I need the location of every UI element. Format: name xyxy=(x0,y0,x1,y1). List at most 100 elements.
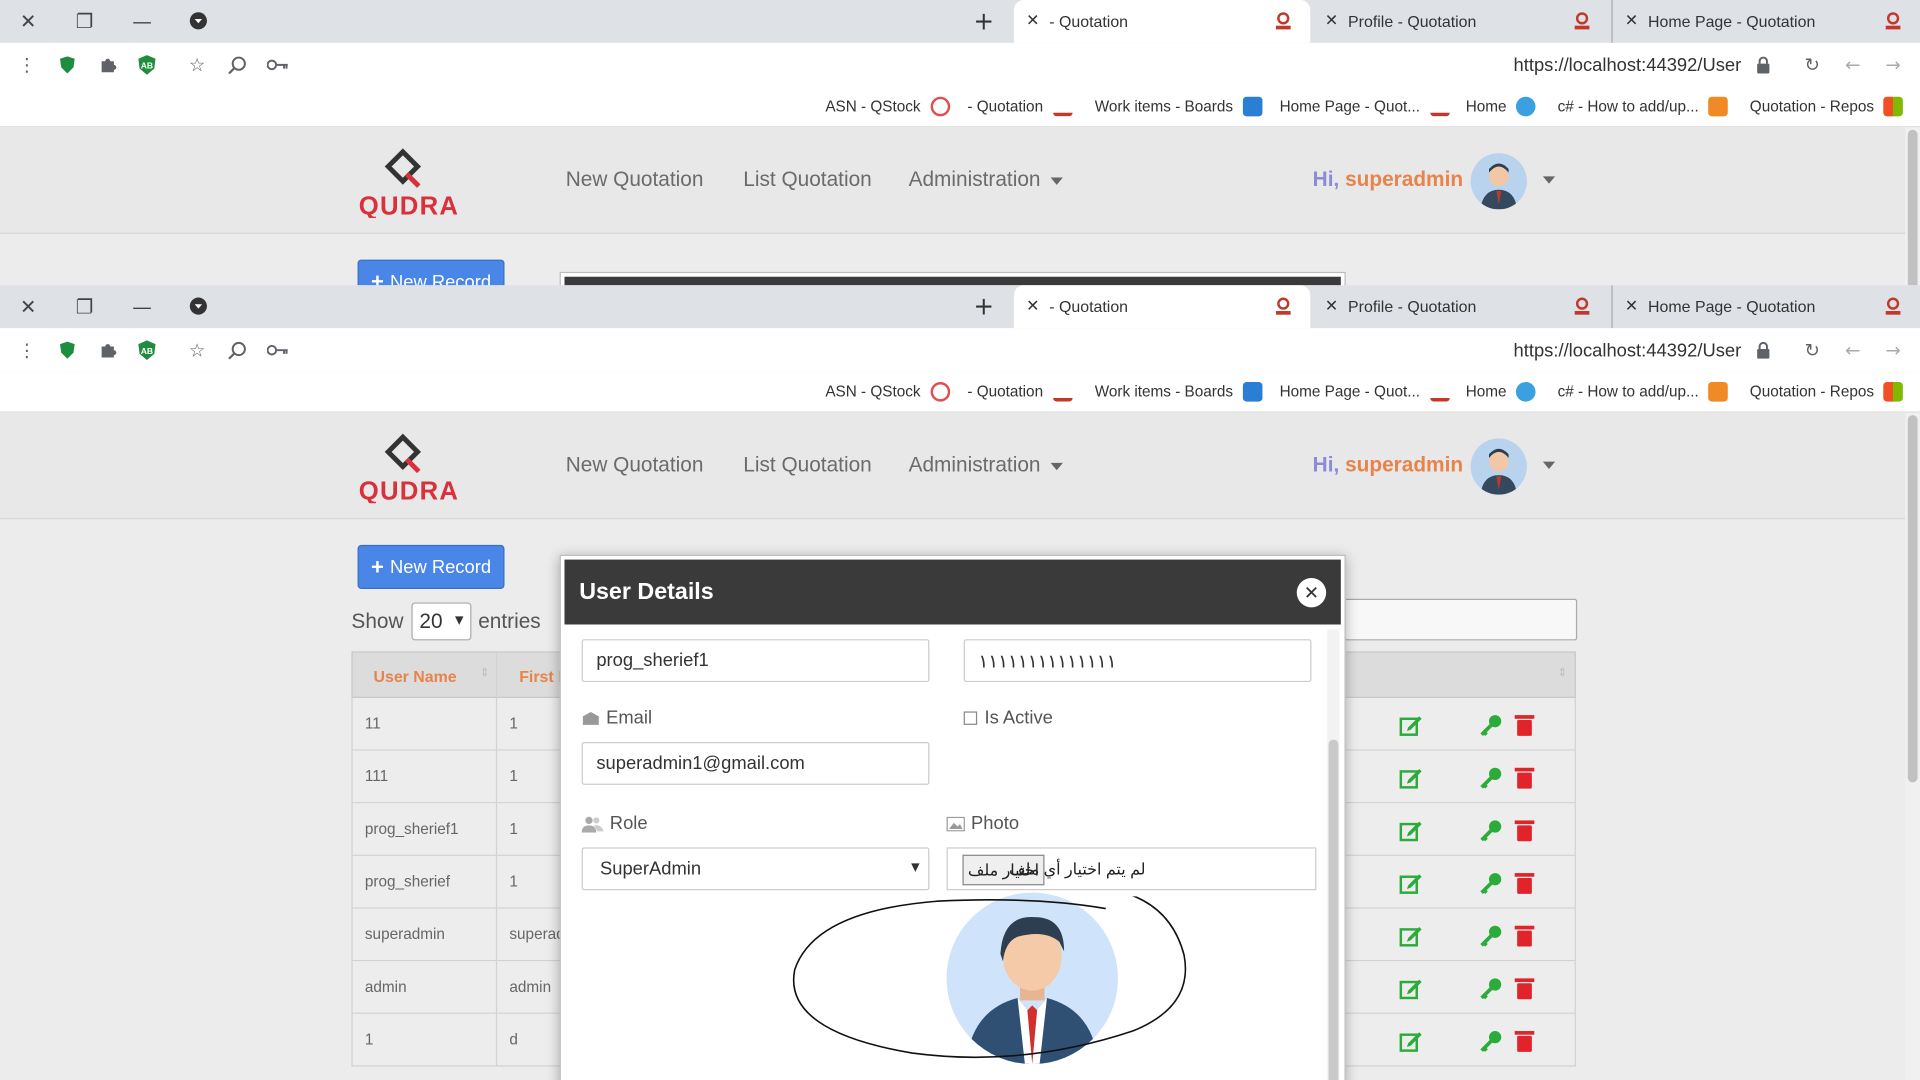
page-scrollbar[interactable] xyxy=(1905,412,1920,1080)
extensions-puzzle-icon[interactable] xyxy=(96,338,120,362)
photo-file-input[interactable]: اختيار ملف لم يتم اختيار أي ملف xyxy=(946,847,1317,891)
scrollbar-thumb[interactable] xyxy=(1907,129,1918,286)
menu-dots-icon[interactable]: ⋮ xyxy=(15,53,39,77)
bookmark-repos[interactable]: Quotation - Repos xyxy=(1750,382,1904,402)
bookmark-quotation[interactable]: - Quotation xyxy=(967,382,1073,402)
close-tab-icon[interactable]: ✕ xyxy=(1026,12,1039,30)
close-tab-icon[interactable]: ✕ xyxy=(1026,298,1039,316)
trash-icon[interactable] xyxy=(1512,923,1536,947)
bookmark-home-page[interactable]: Home Page - Quot... xyxy=(1280,96,1450,117)
bookmark-stackoverflow[interactable]: c# - How to add/up... xyxy=(1558,96,1729,117)
close-window-icon[interactable]: ✕ xyxy=(12,290,44,322)
bookmark-repos[interactable]: Quotation - Repos xyxy=(1750,96,1904,117)
bookmark-star-icon[interactable]: ☆ xyxy=(185,338,209,362)
new-tab-button[interactable]: + xyxy=(973,291,994,320)
trash-icon[interactable] xyxy=(1512,713,1536,737)
key-icon[interactable] xyxy=(1479,818,1503,842)
sort-icon[interactable]: ⇕ xyxy=(480,667,489,679)
nav-new-quotation[interactable]: New Quotation xyxy=(566,168,704,192)
table-search-input[interactable] xyxy=(1344,598,1578,641)
bookmark-work-items[interactable]: Work items - Boards xyxy=(1095,96,1263,117)
edit-icon[interactable] xyxy=(1398,1029,1422,1053)
nav-administration[interactable]: Administration xyxy=(909,168,1063,192)
trash-icon[interactable] xyxy=(1512,765,1536,789)
adblock-icon[interactable]: AB xyxy=(135,338,159,362)
url-text[interactable]: https://localhost:44392/User xyxy=(1514,55,1742,76)
back-arrow-icon[interactable]: ← xyxy=(1840,53,1864,77)
edit-icon[interactable] xyxy=(1398,765,1422,789)
password-key-icon[interactable] xyxy=(266,53,290,77)
tab-quotation[interactable]: ✕ - Quotation xyxy=(1013,0,1311,43)
bookmark-home[interactable]: Home xyxy=(1466,382,1536,402)
phone-input[interactable]: ١١١١١١١١١١١١١١ xyxy=(963,639,1312,683)
restore-window-icon[interactable]: ❐ xyxy=(69,5,101,37)
tab-profile[interactable]: ✕ Profile - Quotation xyxy=(1313,285,1609,328)
restore-window-icon[interactable]: ❐ xyxy=(69,290,101,322)
extensions-puzzle-icon[interactable] xyxy=(96,53,120,77)
tab-quotation[interactable]: ✕ - Quotation xyxy=(1013,285,1311,329)
entries-select[interactable]: 20 ▼ xyxy=(410,602,471,641)
bookmark-asn-qstock[interactable]: ASN - QStock xyxy=(825,96,950,117)
zoom-lens-icon[interactable] xyxy=(225,338,249,362)
user-dropdown-caret-icon[interactable] xyxy=(1542,461,1556,469)
lock-icon[interactable] xyxy=(1751,53,1775,77)
user-avatar[interactable] xyxy=(1470,438,1527,495)
reload-icon[interactable]: ↻ xyxy=(1800,53,1824,77)
close-tab-icon[interactable]: ✕ xyxy=(1625,12,1638,30)
tab-home-page[interactable]: ✕ Home Page - Quotation xyxy=(1611,285,1920,329)
bookmark-home[interactable]: Home xyxy=(1466,96,1536,117)
new-record-button[interactable]: + New Record xyxy=(357,259,505,286)
key-icon[interactable] xyxy=(1479,713,1503,737)
key-icon[interactable] xyxy=(1479,871,1503,895)
minimize-window-icon[interactable]: — xyxy=(126,5,158,37)
nav-list-quotation[interactable]: List Quotation xyxy=(743,168,871,192)
lock-icon[interactable] xyxy=(1751,338,1775,362)
nav-list-quotation[interactable]: List Quotation xyxy=(743,453,871,477)
forward-arrow-icon[interactable]: → xyxy=(1881,53,1905,77)
sort-icon[interactable]: ⇕ xyxy=(1558,667,1567,679)
bookmark-asn-qstock[interactable]: ASN - QStock xyxy=(825,382,950,402)
menu-dots-icon[interactable]: ⋮ xyxy=(15,338,39,362)
close-tab-icon[interactable]: ✕ xyxy=(1325,12,1338,30)
tab-search-icon[interactable] xyxy=(182,290,214,322)
qudra-logo[interactable]: QUDRA xyxy=(350,147,468,218)
trash-icon[interactable] xyxy=(1512,818,1536,842)
shield-extension-icon[interactable] xyxy=(55,53,79,77)
bookmark-stackoverflow[interactable]: c# - How to add/up... xyxy=(1558,382,1729,402)
role-select[interactable]: SuperAdmin ▼ xyxy=(581,847,930,891)
back-arrow-icon[interactable]: ← xyxy=(1840,338,1864,362)
page-scrollbar[interactable] xyxy=(1905,127,1920,286)
password-key-icon[interactable] xyxy=(266,338,290,362)
tab-profile[interactable]: ✕ Profile - Quotation xyxy=(1313,0,1609,43)
zoom-lens-icon[interactable] xyxy=(225,53,249,77)
close-tab-icon[interactable]: ✕ xyxy=(1325,298,1338,316)
new-record-button[interactable]: + New Record xyxy=(357,544,505,589)
user-dropdown-caret-icon[interactable] xyxy=(1542,176,1556,184)
tab-search-icon[interactable] xyxy=(182,5,214,37)
scrollbar-thumb[interactable] xyxy=(1907,415,1918,783)
qudra-logo[interactable]: QUDRA xyxy=(350,432,468,503)
close-window-icon[interactable]: ✕ xyxy=(12,5,44,37)
minimize-window-icon[interactable]: — xyxy=(126,290,158,322)
email-input[interactable]: superadmin1@gmail.com xyxy=(581,742,930,785)
url-text[interactable]: https://localhost:44392/User xyxy=(1514,340,1742,361)
bookmark-work-items[interactable]: Work items - Boards xyxy=(1095,382,1263,402)
edit-icon[interactable] xyxy=(1398,713,1422,737)
shield-extension-icon[interactable] xyxy=(55,338,79,362)
key-icon[interactable] xyxy=(1479,923,1503,947)
trash-icon[interactable] xyxy=(1512,976,1536,1000)
close-tab-icon[interactable]: ✕ xyxy=(1625,298,1638,316)
adblock-icon[interactable]: AB xyxy=(135,53,159,77)
modal-scrollbar[interactable] xyxy=(1327,629,1340,1080)
trash-icon[interactable] xyxy=(1512,871,1536,895)
is-active-label[interactable]: Is Active xyxy=(963,708,1053,729)
key-icon[interactable] xyxy=(1479,1029,1503,1053)
bookmark-home-page[interactable]: Home Page - Quot... xyxy=(1280,382,1450,402)
edit-icon[interactable] xyxy=(1398,976,1422,1000)
close-modal-button[interactable]: ✕ xyxy=(1296,577,1327,608)
tab-home-page[interactable]: ✕ Home Page - Quotation xyxy=(1611,0,1920,43)
key-icon[interactable] xyxy=(1479,765,1503,789)
new-tab-button[interactable]: + xyxy=(973,6,994,35)
edit-icon[interactable] xyxy=(1398,923,1422,947)
nav-administration[interactable]: Administration xyxy=(909,453,1063,477)
